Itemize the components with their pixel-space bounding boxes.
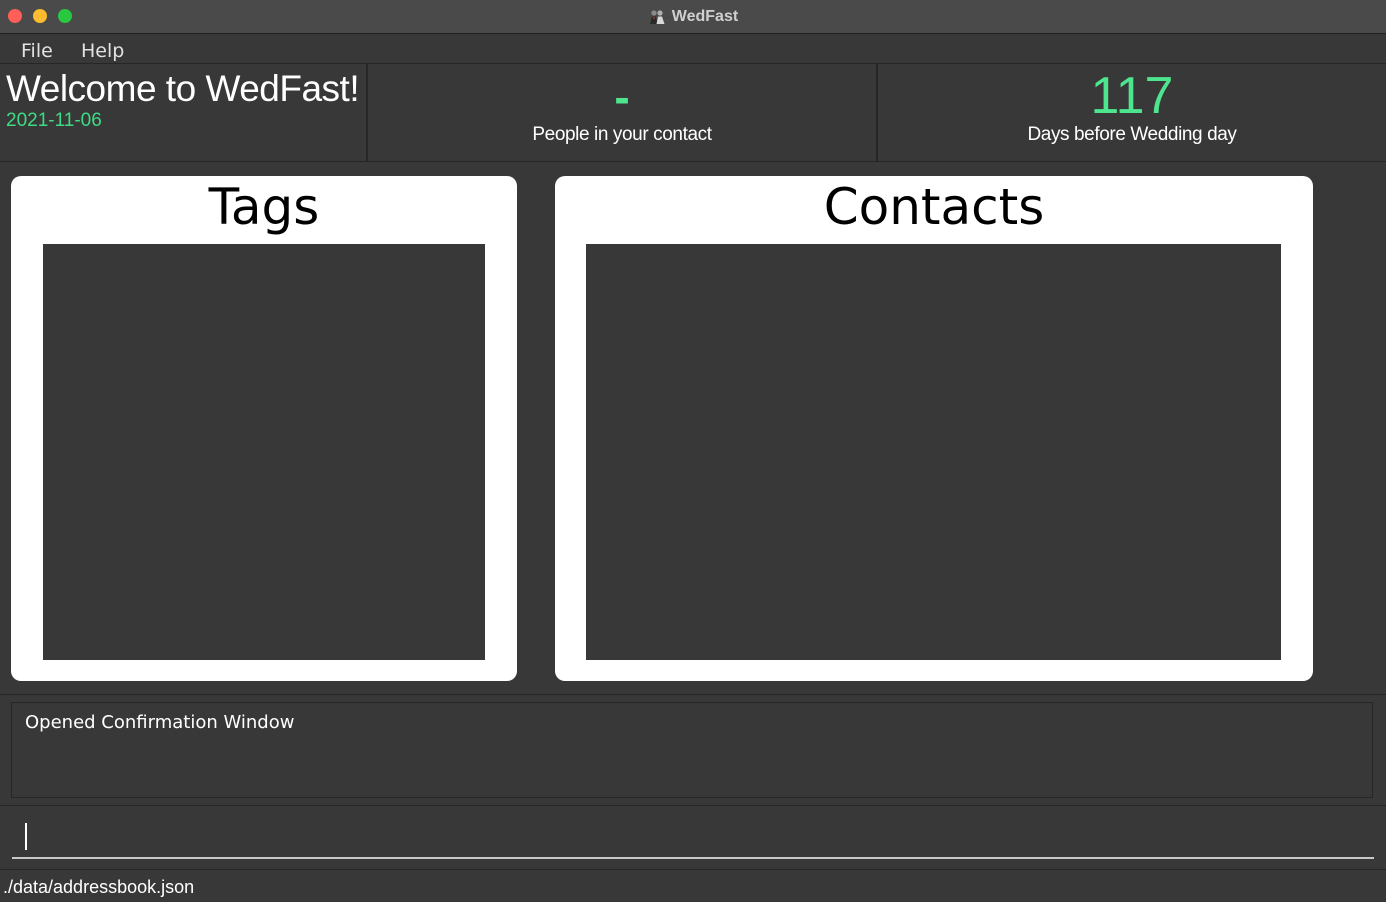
window-title-group: WedFast <box>0 0 1386 33</box>
tags-title: Tags <box>208 178 320 236</box>
people-count: - <box>614 71 630 123</box>
status-bar: ./data/addressbook.json <box>0 869 1386 902</box>
contacts-title: Contacts <box>823 178 1045 236</box>
header-stats: Welcome to WedFast! 2021-11-06 - People … <box>0 64 1386 162</box>
tags-list[interactable] <box>43 244 485 660</box>
contacts-list[interactable] <box>586 244 1281 660</box>
section-divider <box>0 805 1386 806</box>
menu-file[interactable]: File <box>21 40 53 62</box>
contacts-panel: Contacts <box>555 176 1313 681</box>
save-file-path: ./data/addressbook.json <box>3 877 195 897</box>
welcome-title: Welcome to WedFast! <box>6 68 360 109</box>
app-window: WedFast File Help Welcome to WedFast! 20… <box>0 0 1386 902</box>
wedding-couple-icon <box>648 8 666 26</box>
result-message: Opened Confirmation Window <box>25 712 295 733</box>
section-divider <box>0 694 1386 695</box>
window-title: WedFast <box>671 7 739 25</box>
people-count-block: - People in your contact <box>368 64 876 161</box>
people-count-label: People in your contact <box>532 124 712 145</box>
text-cursor <box>25 823 27 850</box>
title-bar[interactable]: WedFast <box>0 0 1386 34</box>
days-count-label: Days before Wedding day <box>1027 124 1237 145</box>
current-date: 2021-11-06 <box>6 110 102 131</box>
menu-help[interactable]: Help <box>81 40 124 62</box>
menu-bar: File Help <box>0 34 1386 64</box>
days-countdown-block: 117 Days before Wedding day <box>878 64 1386 161</box>
days-count: 117 <box>1090 67 1174 125</box>
result-display[interactable]: Opened Confirmation Window <box>11 702 1373 798</box>
tags-panel: Tags <box>11 176 517 681</box>
command-input[interactable] <box>12 815 1374 859</box>
